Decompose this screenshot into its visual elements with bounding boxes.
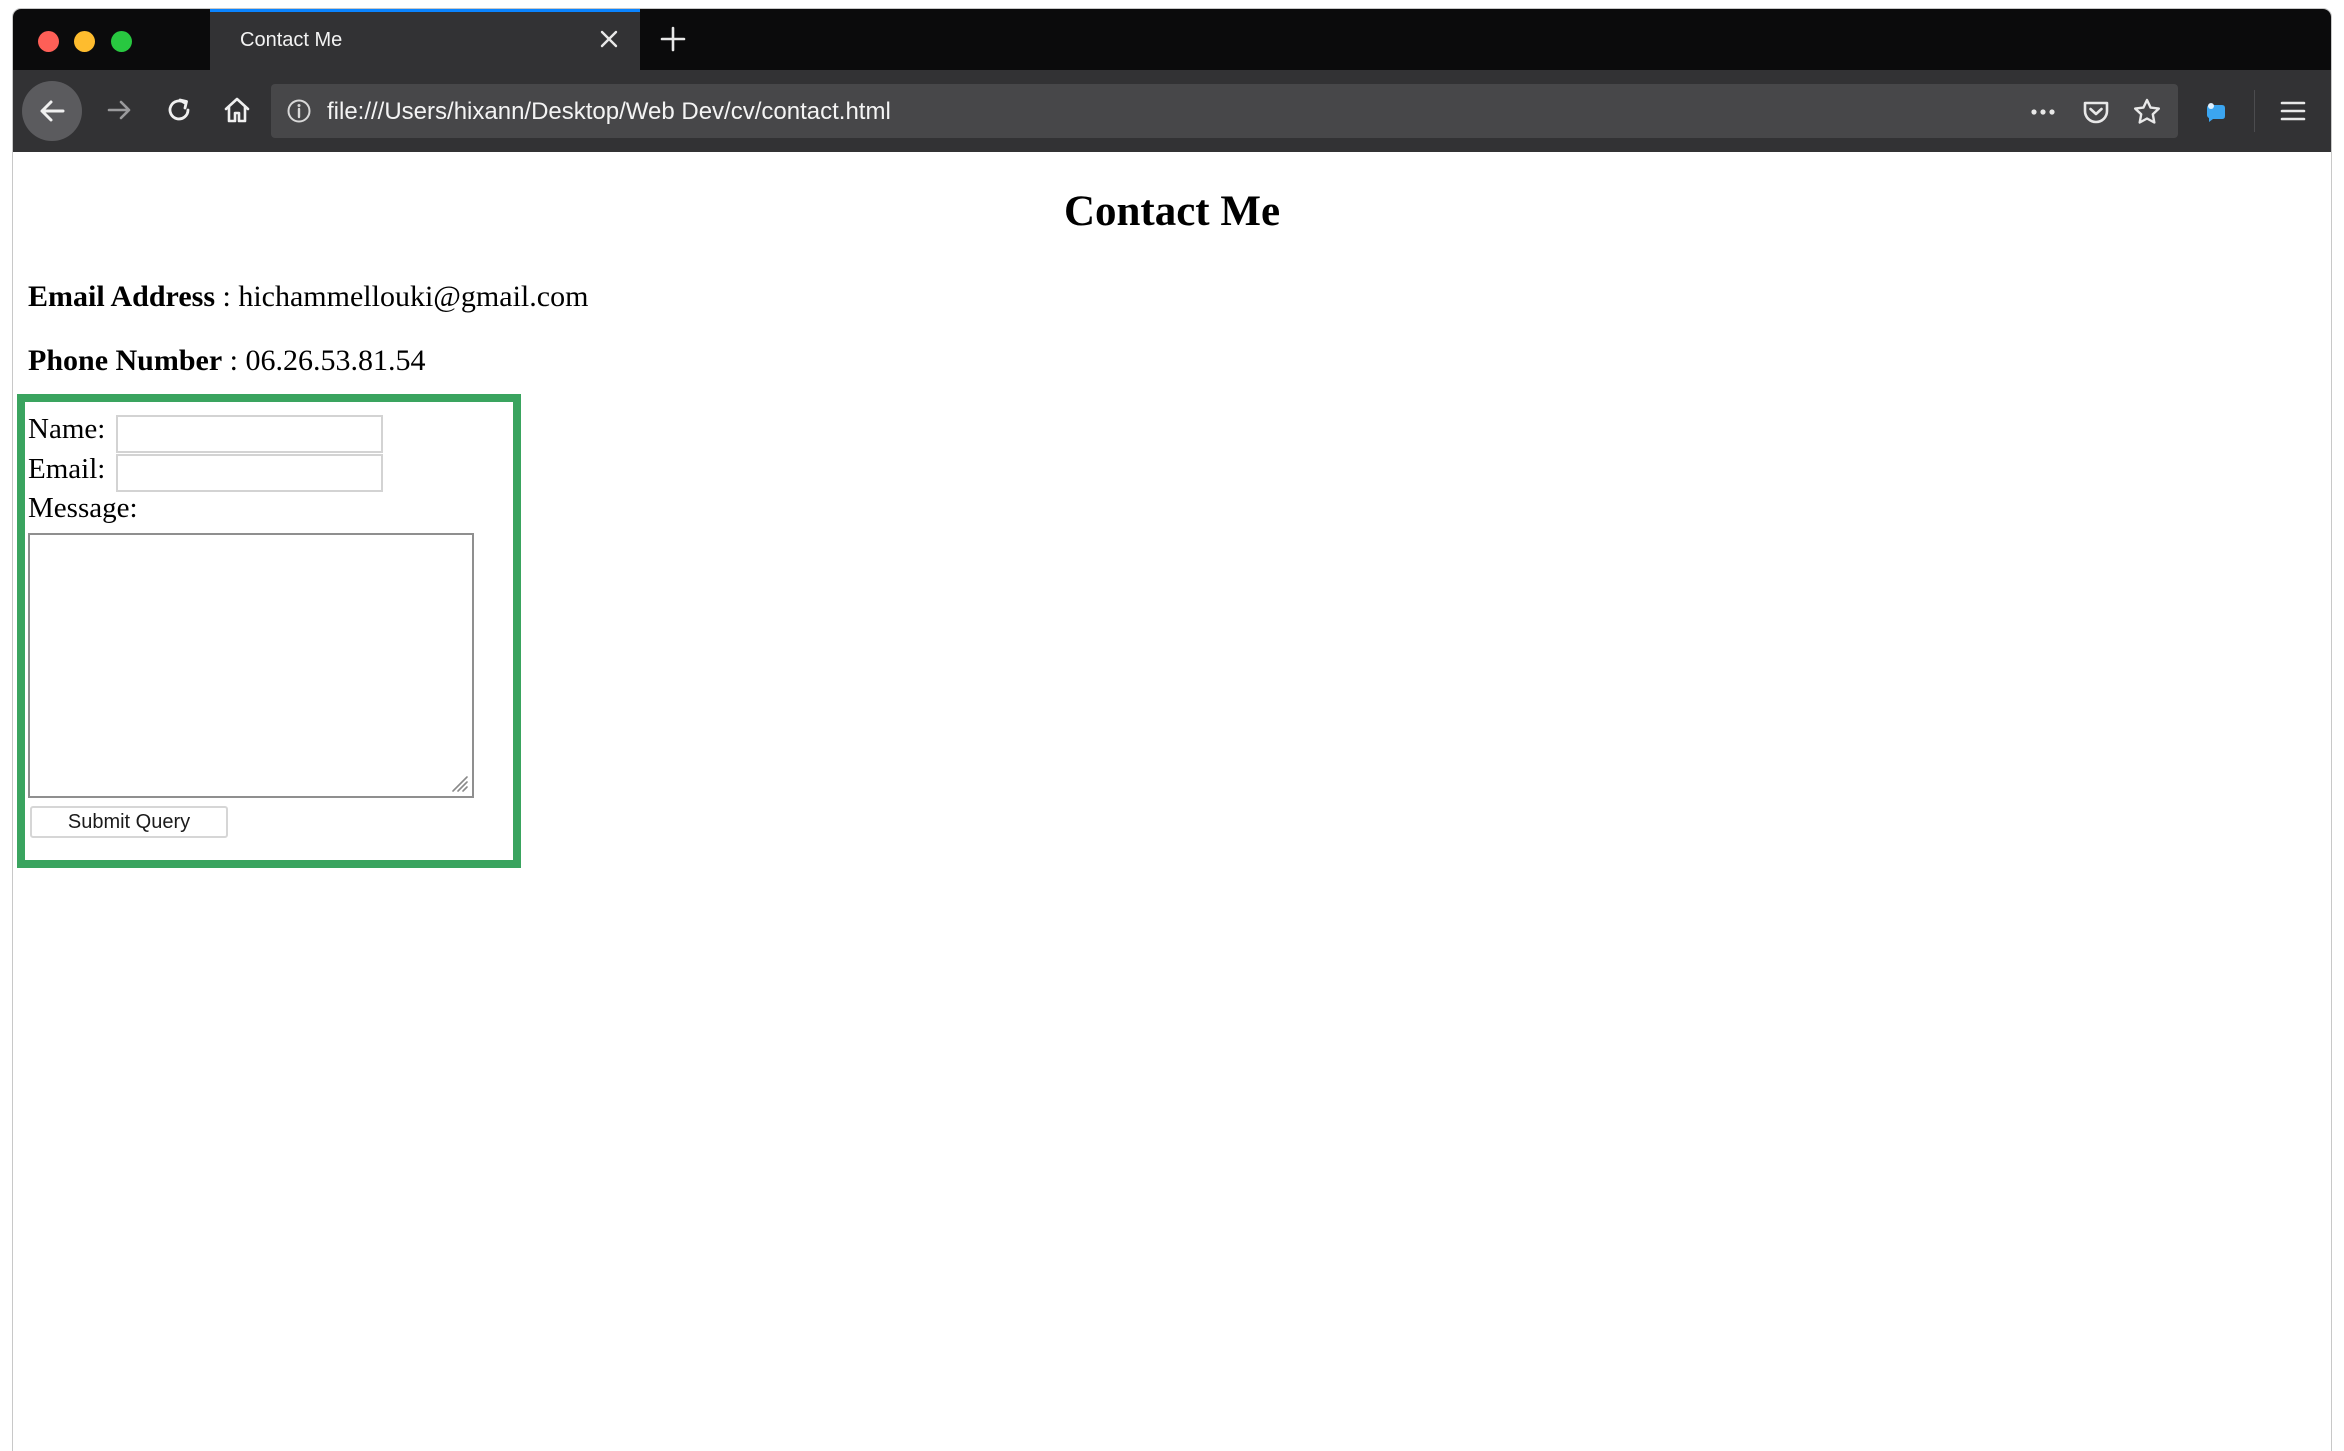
close-icon[interactable] bbox=[594, 24, 624, 54]
zoom-window-button[interactable] bbox=[111, 31, 132, 52]
email-separator: : bbox=[215, 280, 239, 313]
page-content: Contact Me Email Address : hichammellouk… bbox=[13, 152, 2331, 1451]
phone-label: Phone Number bbox=[28, 344, 223, 377]
email-field-label: Email: bbox=[28, 453, 106, 485]
info-icon[interactable] bbox=[285, 97, 313, 125]
name-input[interactable] bbox=[116, 415, 383, 453]
reload-icon[interactable] bbox=[152, 83, 206, 137]
hamburger-menu-icon[interactable] bbox=[2273, 93, 2313, 129]
forward-arrow-icon[interactable] bbox=[93, 83, 147, 137]
email-value: hichammellouki@gmail.com bbox=[238, 280, 589, 313]
browser-window: Contact Me file:///Users/hixann/Desktop/… bbox=[13, 9, 2331, 1451]
navigation-toolbar: file:///Users/hixann/Desktop/Web Dev/cv/… bbox=[13, 70, 2331, 152]
extension-icon[interactable] bbox=[2198, 93, 2234, 129]
name-label: Name: bbox=[28, 413, 106, 445]
home-icon[interactable] bbox=[210, 83, 264, 137]
address-bar[interactable]: file:///Users/hixann/Desktop/Web Dev/cv/… bbox=[271, 84, 2178, 138]
url-text[interactable]: file:///Users/hixann/Desktop/Web Dev/cv/… bbox=[327, 98, 891, 126]
phone-separator: : bbox=[222, 344, 246, 377]
page-title: Contact Me bbox=[1063, 188, 1281, 235]
more-dots-icon[interactable] bbox=[2025, 94, 2061, 130]
toolbar-separator bbox=[2254, 90, 2255, 132]
message-textarea[interactable] bbox=[28, 533, 474, 798]
back-arrow-icon[interactable] bbox=[22, 81, 82, 141]
phone-info: Phone Number : 06.26.53.81.54 bbox=[28, 344, 426, 378]
phone-value: 06.26.53.81.54 bbox=[245, 344, 426, 377]
tab-contact-me[interactable]: Contact Me bbox=[210, 9, 640, 70]
email-input[interactable] bbox=[116, 454, 383, 492]
pocket-icon[interactable] bbox=[2078, 94, 2114, 130]
minimize-window-button[interactable] bbox=[74, 31, 95, 52]
close-window-button[interactable] bbox=[38, 31, 59, 52]
resize-grip-icon[interactable] bbox=[446, 770, 470, 794]
submit-query-button[interactable]: Submit Query bbox=[30, 806, 228, 838]
email-label: Email Address bbox=[28, 280, 215, 313]
email-info: Email Address : hichammellouki@gmail.com bbox=[28, 280, 588, 314]
message-label: Message: bbox=[28, 492, 138, 524]
star-icon[interactable] bbox=[2129, 94, 2165, 130]
tab-strip: Contact Me bbox=[13, 9, 2331, 70]
tab-title: Contact Me bbox=[240, 29, 343, 51]
plus-icon[interactable] bbox=[653, 21, 693, 57]
